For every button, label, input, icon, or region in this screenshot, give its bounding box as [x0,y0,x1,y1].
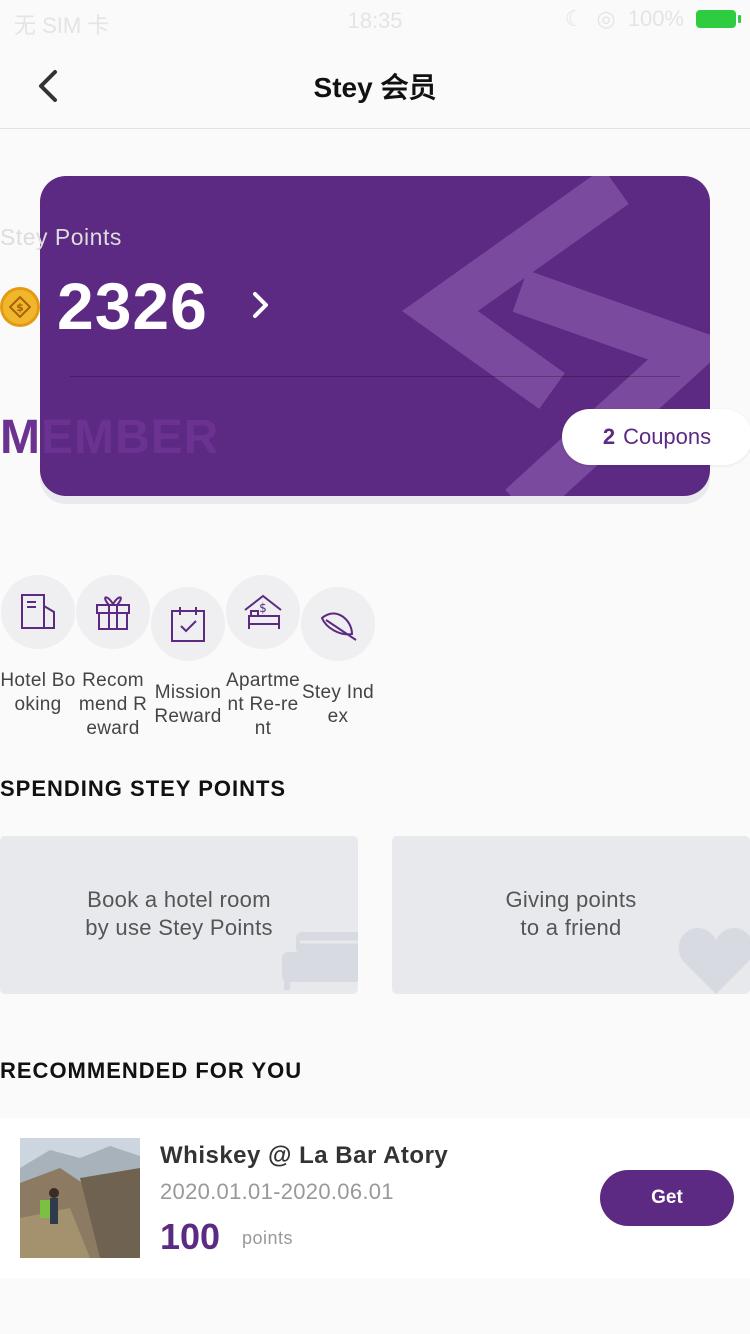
moon-icon: ☾ [564,6,585,31]
nav-bar: Stey 会员 [0,40,750,129]
recommended-item[interactable]: Whiskey @ La Bar Atory 2020.01.01-2020.0… [0,1118,750,1278]
shortcut-circle [1,575,75,649]
calendar-check-icon [171,607,205,642]
shortcut-hotel-booking[interactable]: Hotel Booking [0,575,76,717]
svg-text:$: $ [16,301,24,314]
shortcut-circle [151,587,225,661]
coupons-button[interactable]: 2 Coupons [562,409,750,465]
recommended-points-unit: points [242,1228,294,1248]
recommended-points: 100 [160,1216,221,1257]
page-title: Stey 会员 [313,72,437,103]
shortcut-label: Stey Index [301,682,375,727]
shortcut-label: Hotel Booking [0,670,76,715]
spend-card-line: Book a hotel room [87,887,271,912]
recommended-title: Whiskey @ La Bar Atory [160,1142,449,1169]
document-icon [21,594,55,629]
battery-percent: 100% [627,6,684,31]
spending-section-title: SPENDING STEY POINTS [0,776,287,801]
heart-icon [678,928,750,994]
spend-card-hotel[interactable]: Book a hotel room by use Stey Points [0,836,358,994]
card-divider [70,376,680,377]
chevron-right-icon[interactable] [246,290,276,320]
shortcut-mission-reward[interactable]: Mission Reward [150,587,226,729]
coin-icon: $ [0,287,40,327]
shortcut-label: Apartment Re-rent [226,670,300,739]
points-label: Stey Points [0,224,122,250]
coupons-count: 2 [602,424,616,449]
bed-icon [282,932,358,990]
gift-icon [96,596,130,630]
get-button[interactable]: Get [600,1170,734,1226]
shortcut-stey-index[interactable]: Stey Index [300,587,376,729]
recommended-section-title: RECOMMENDED FOR YOU [0,1058,303,1083]
recommended-thumbnail [20,1138,140,1258]
shortcut-circle [301,587,375,661]
shortcut-apartment-rerent[interactable]: $ Apartment Re-rent [225,575,301,741]
bed-dollar-icon: $ [244,594,282,629]
recommended-dates: 2020.01.01-2020.06.01 [160,1179,394,1204]
shortcut-circle [76,575,150,649]
coupons-label: Coupons [623,424,712,449]
shortcut-label: Mission Reward [154,682,222,727]
shortcut-label: Recommend Reward [78,670,148,739]
battery-icon [696,10,741,28]
lock-rotation-icon: ◎ [596,6,616,31]
spend-card-line: Giving points [505,887,637,912]
status-right: ☾ ◎ 100% [564,6,741,32]
shortcut-circle: $ [226,575,300,649]
leaf-icon [320,612,357,641]
spend-card-gift[interactable]: Giving points to a friend [392,836,750,994]
shortcut-recommend-reward[interactable]: Recommend Reward [75,575,151,741]
svg-text:$: $ [259,601,267,615]
member-level: MEMBER [0,411,220,464]
points-value[interactable]: 2326 [57,268,208,344]
status-bar: 无 SIM 卡 18:35 ☾ ◎ 100% [0,0,750,40]
